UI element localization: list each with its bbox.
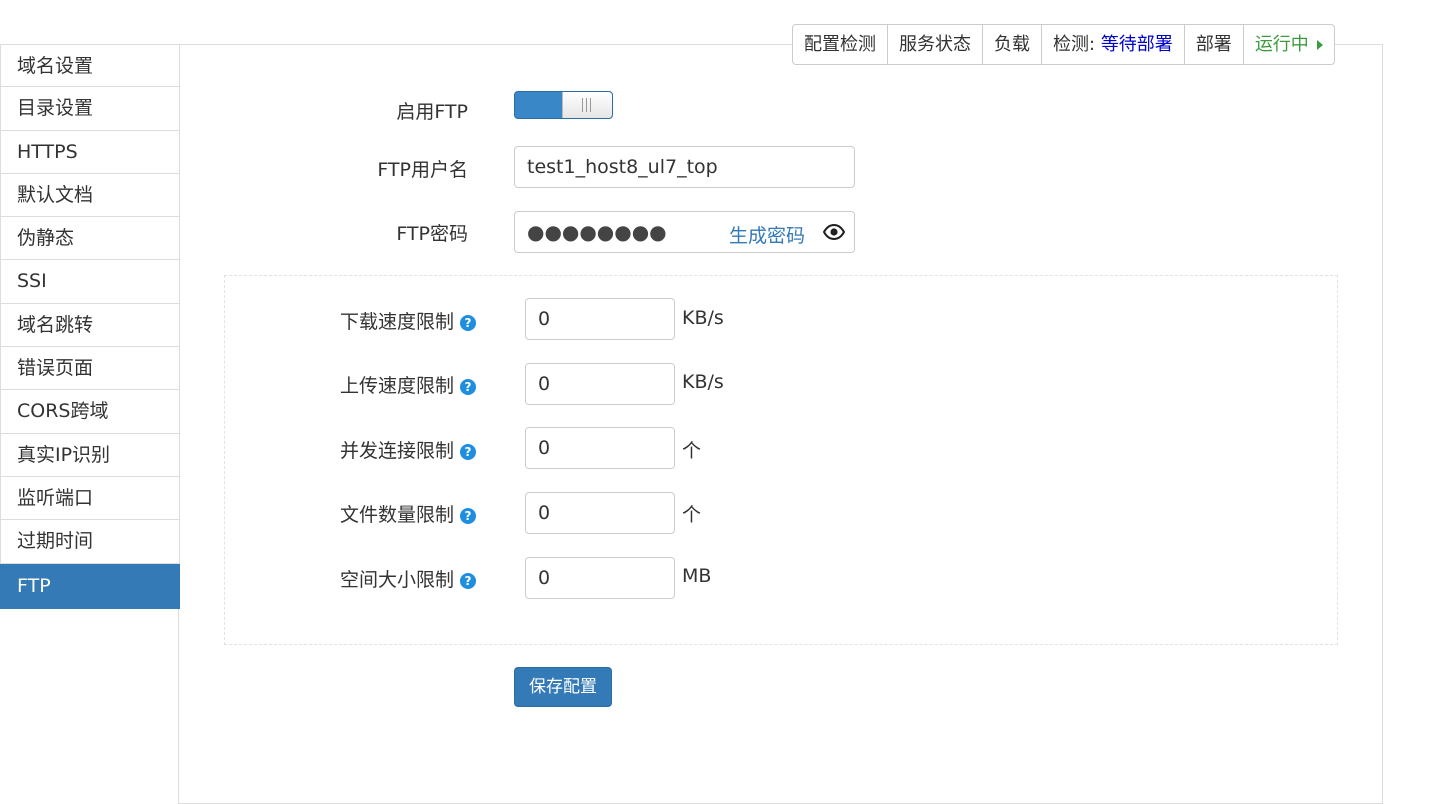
generate-password-link[interactable]: 生成密码 xyxy=(729,221,805,248)
download-speed-limit-input[interactable] xyxy=(525,298,675,340)
limit-label-text: 空间大小限制 xyxy=(339,569,454,591)
running-label: 运行中 xyxy=(1254,34,1309,55)
detect-value-link[interactable]: 等待部署 xyxy=(1101,34,1173,55)
save-config-button[interactable]: 保存配置 xyxy=(514,667,612,707)
download-speed-limit-label: 下载速度限制? xyxy=(340,307,476,334)
upload-speed-limit-input[interactable] xyxy=(525,363,675,405)
ftp-username-input[interactable] xyxy=(514,146,855,188)
space-size-limit-label: 空间大小限制? xyxy=(340,565,476,592)
toggle-knob xyxy=(562,92,612,118)
caret-right-icon xyxy=(1316,40,1323,50)
download-speed-unit: KB/s xyxy=(682,307,724,329)
concurrent-connection-unit: 个 xyxy=(682,440,702,462)
concurrent-connection-limit-label: 并发连接限制? xyxy=(340,436,476,463)
eye-icon[interactable] xyxy=(823,224,845,240)
help-icon[interactable]: ? xyxy=(460,572,476,589)
running-status-button[interactable]: 运行中 xyxy=(1242,25,1334,64)
ftp-password-field[interactable]: ●●●●●●●● 生成密码 xyxy=(514,211,855,253)
file-count-limit-input[interactable] xyxy=(525,492,675,534)
sidebar-item-ssi[interactable]: SSI xyxy=(0,260,180,304)
help-icon[interactable]: ? xyxy=(460,507,476,524)
file-count-unit: 个 xyxy=(682,504,702,526)
limit-label-text: 并发连接限制 xyxy=(339,440,454,462)
password-mask: ●●●●●●●● xyxy=(527,220,667,244)
file-count-limit-label: 文件数量限制? xyxy=(340,500,476,527)
upload-speed-limit-label: 上传速度限制? xyxy=(340,371,476,398)
limit-label-text: 文件数量限制 xyxy=(339,504,454,526)
sidebar-item-directory-settings[interactable]: 目录设置 xyxy=(0,87,180,131)
config-check-button[interactable]: 配置检测 xyxy=(793,25,887,64)
sidebar-item-https[interactable]: HTTPS xyxy=(0,130,180,174)
detect-status[interactable]: 检测: 等待部署 xyxy=(1041,25,1184,64)
ftp-username-label: FTP用户名 xyxy=(377,159,468,181)
space-size-unit: MB xyxy=(682,565,712,587)
sidebar-item-domain-redirect[interactable]: 域名跳转 xyxy=(0,303,180,348)
sidebar-item-expiry[interactable]: 过期时间 xyxy=(0,520,180,564)
sidebar-item-listen-port[interactable]: 监听端口 xyxy=(0,476,180,521)
detect-label: 检测: xyxy=(1053,34,1096,55)
help-icon[interactable]: ? xyxy=(460,443,476,460)
space-size-limit-input[interactable] xyxy=(525,557,675,599)
help-icon[interactable]: ? xyxy=(460,378,476,395)
sidebar-item-ftp[interactable]: FTP xyxy=(0,563,180,609)
ftp-password-label: FTP密码 xyxy=(396,223,468,245)
enable-ftp-label: 启用FTP xyxy=(396,101,468,123)
sidebar-item-default-document[interactable]: 默认文档 xyxy=(0,173,180,218)
sidebar: 域名设置 目录设置 HTTPS 默认文档 伪静态 SSI 域名跳转 错误页面 C… xyxy=(0,44,180,609)
service-status-button[interactable]: 服务状态 xyxy=(887,25,982,64)
top-toolbar: 配置检测 服务状态 负载 检测: 等待部署 部署 运行中 xyxy=(792,24,1335,65)
help-icon[interactable]: ? xyxy=(460,314,476,331)
deploy-button[interactable]: 部署 xyxy=(1183,25,1243,64)
enable-ftp-toggle[interactable] xyxy=(514,91,613,119)
limit-label-text: 上传速度限制 xyxy=(339,375,454,397)
sidebar-item-domain-settings[interactable]: 域名设置 xyxy=(0,44,180,88)
grip-icon xyxy=(582,98,592,112)
sidebar-item-cors[interactable]: CORS跨域 xyxy=(0,390,180,434)
concurrent-connection-limit-input[interactable] xyxy=(525,427,675,469)
upload-speed-unit: KB/s xyxy=(682,371,724,393)
sidebar-item-error-pages[interactable]: 错误页面 xyxy=(0,347,180,391)
load-button[interactable]: 负载 xyxy=(982,25,1041,64)
sidebar-item-rewrite[interactable]: 伪静态 xyxy=(0,217,180,261)
limit-label-text: 下载速度限制 xyxy=(339,311,454,333)
sidebar-item-real-ip[interactable]: 真实IP识别 xyxy=(0,433,180,477)
